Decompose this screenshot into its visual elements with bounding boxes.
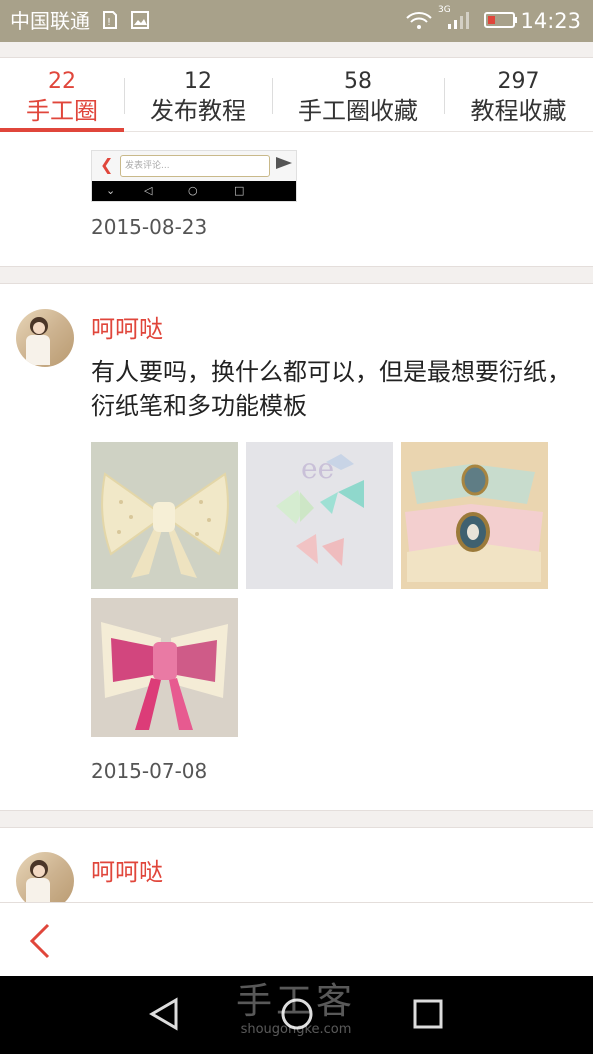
- signal-icon: [448, 12, 469, 29]
- active-tab-indicator: [0, 128, 124, 132]
- tab-label: 教程收藏: [470, 97, 567, 125]
- tab-count: 12: [184, 69, 212, 94]
- tabs-spacer: [0, 42, 593, 58]
- pink-ribbon-bow-image: [91, 598, 238, 737]
- feed-separator: [0, 266, 593, 284]
- post-image[interactable]: [401, 442, 548, 589]
- back-triangle-icon: ◁: [144, 184, 153, 197]
- mini-nav-bar: ⌄ ◁ ○ □: [92, 181, 296, 201]
- chevron-down-icon: ⌄: [106, 184, 116, 197]
- feed-separator: [0, 810, 593, 828]
- tab-handicraft-circle[interactable]: 22 手工圈: [0, 58, 124, 132]
- image-notification-icon: [131, 11, 149, 29]
- chevron-left-icon: ❮: [100, 155, 114, 174]
- tab-label: 发布教程: [150, 97, 246, 125]
- sim-alert-icon: !: [103, 11, 117, 29]
- avatar-figure: [26, 335, 50, 365]
- svg-text:ee: ee: [301, 452, 334, 485]
- carrier-label: 中国联通: [10, 9, 90, 33]
- back-triangle-icon[interactable]: [146, 994, 186, 1034]
- battery-icon: [484, 12, 517, 28]
- profile-tabs: 22 手工圈 12 发布教程 58 手工圈收藏 297 教程收藏: [0, 58, 593, 132]
- post-image[interactable]: [91, 598, 238, 737]
- watermark-title: 手工客: [235, 981, 356, 1022]
- post-username[interactable]: 呵呵哒: [91, 314, 163, 344]
- avatar-face: [33, 865, 45, 877]
- watermark: 手工客 shougongke.com: [226, 982, 366, 1038]
- lace-bow-image: [91, 442, 238, 589]
- status-bar: 中国联通 ! 3G 14:23: [0, 0, 593, 42]
- back-chevron-icon[interactable]: [24, 923, 60, 959]
- bottom-toolbar: [0, 902, 593, 976]
- post-text: 有人要吗，换什么都可以，但是最想要衍纸，衍纸笔和多功能模板: [91, 358, 571, 420]
- watermark-url: shougongke.com: [240, 1022, 352, 1037]
- post-date: 2015-07-08: [91, 759, 208, 783]
- wifi-icon: [406, 12, 432, 29]
- satin-bows-image: ee: [246, 442, 393, 589]
- post-date: 2015-08-23: [91, 215, 208, 239]
- recent-apps-square-icon[interactable]: [408, 994, 448, 1034]
- avatar-face: [33, 322, 45, 334]
- post-image[interactable]: ee: [246, 442, 393, 589]
- recent-square-icon: □: [234, 184, 245, 197]
- clock-label: 14:23: [520, 9, 581, 33]
- tab-label: 手工圈收藏: [298, 97, 418, 125]
- tab-circle-favorites[interactable]: 58 手工圈收藏: [272, 58, 444, 132]
- cameo-bows-image: [401, 442, 548, 589]
- send-icon: [276, 157, 292, 169]
- tab-tutorial-favorites[interactable]: 297 教程收藏: [444, 58, 593, 132]
- avatar[interactable]: [16, 309, 74, 367]
- tab-label: 手工圈: [26, 97, 98, 125]
- tab-count: 297: [497, 69, 540, 94]
- post-attachment-image[interactable]: ❮ 发表评论... ⌄ ◁ ○ □: [91, 150, 297, 202]
- post-image[interactable]: [91, 442, 238, 589]
- svg-text:!: !: [107, 17, 111, 28]
- comment-input-preview: 发表评论...: [120, 155, 270, 177]
- post-username[interactable]: 呵呵哒: [91, 857, 163, 887]
- tab-count: 58: [344, 69, 372, 94]
- home-circle-icon: ○: [188, 184, 198, 197]
- tab-count: 22: [48, 69, 76, 94]
- tab-published-tutorials[interactable]: 12 发布教程: [124, 58, 272, 132]
